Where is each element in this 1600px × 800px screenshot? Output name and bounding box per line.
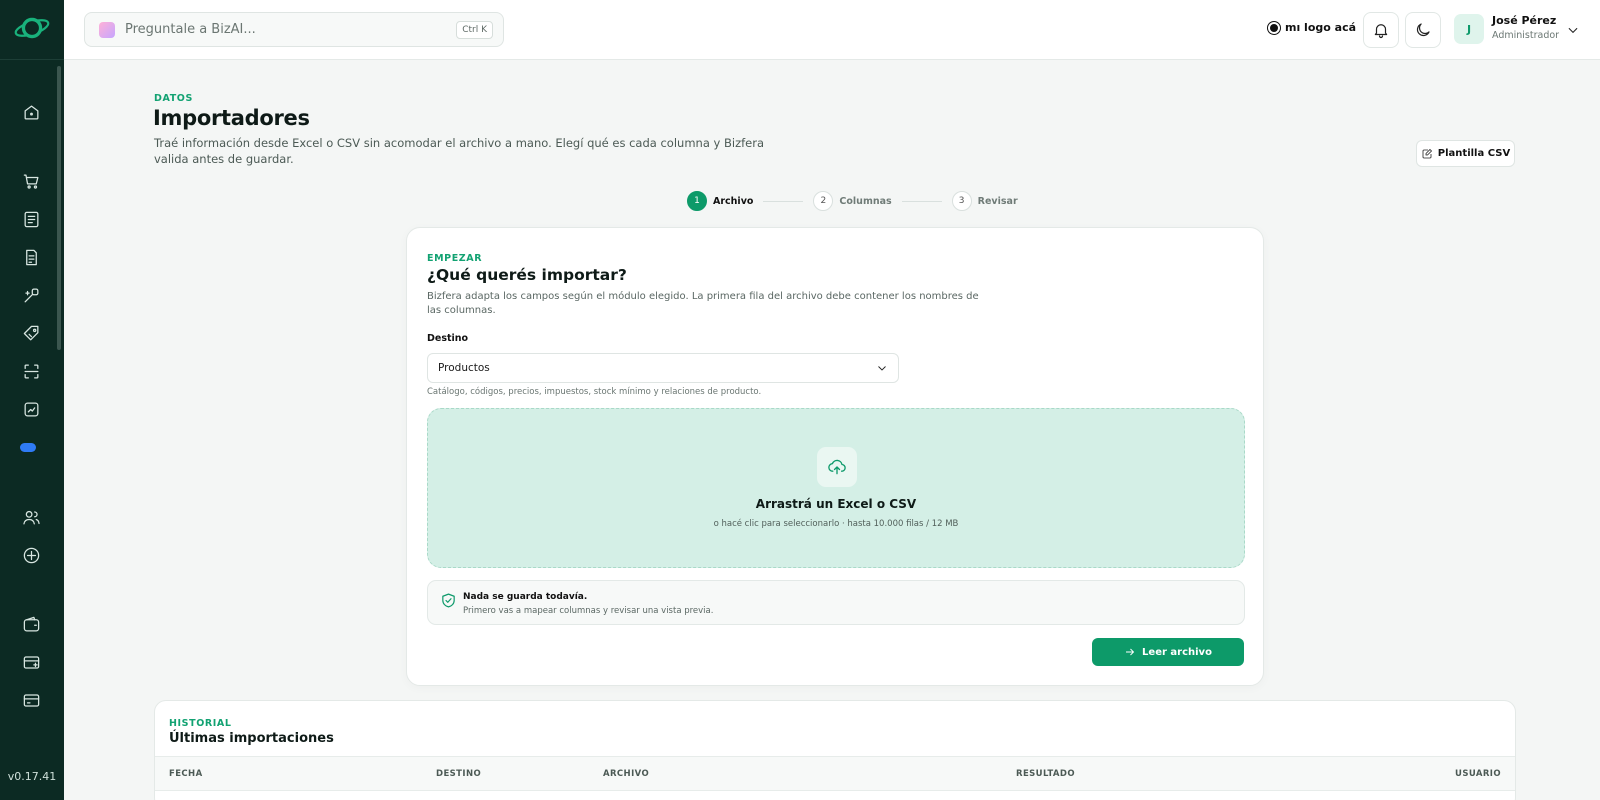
note-subtitle: Primero vas a mapear columnas y revisar … xyxy=(463,606,714,616)
import-stepper: 1 Archivo 2 Columnas 3 Revisar xyxy=(687,191,1018,211)
search-box[interactable]: Ctrl K xyxy=(84,12,504,47)
user-name[interactable]: José Pérez xyxy=(1492,14,1556,27)
step-number: 2 xyxy=(813,191,834,211)
document-icon[interactable] xyxy=(19,245,43,269)
chevron-down-icon xyxy=(878,366,886,371)
step-columnas[interactable]: 2 Columnas xyxy=(813,191,892,211)
read-file-label: Leer archivo xyxy=(1142,646,1212,658)
version-label: v0.17.41 xyxy=(7,770,57,783)
user-role: Administrador xyxy=(1492,30,1560,41)
csv-template-label: Plantilla CSV xyxy=(1437,148,1511,159)
history-table-header: FECHA DESTINO ARCHIVO RESULTADO USUARIO xyxy=(155,756,1515,791)
column-header-fecha[interactable]: FECHA xyxy=(169,769,203,779)
home-icon[interactable] xyxy=(19,100,43,124)
planet-logo-icon[interactable] xyxy=(12,12,52,44)
wallet-icon[interactable] xyxy=(19,612,43,636)
list-icon[interactable] xyxy=(19,207,43,231)
step-archivo[interactable]: 1 Archivo xyxy=(687,191,753,211)
card-eyebrow: EMPEZAR xyxy=(427,253,483,264)
step-number: 3 xyxy=(951,191,972,211)
shortcut-hint: Ctrl K xyxy=(456,20,493,39)
moon-icon xyxy=(1416,23,1430,37)
page-title: Importadores xyxy=(153,106,310,130)
info-note: Nada se guarda todavía. Primero vas a ma… xyxy=(427,580,1245,625)
sidebar-scrollbar[interactable] xyxy=(57,66,61,350)
step-number: 1 xyxy=(687,191,707,211)
column-header-usuario[interactable]: USUARIO xyxy=(1455,769,1501,779)
card-title: ¿Qué querés importar? xyxy=(427,266,627,284)
destination-value: Productos xyxy=(438,362,490,374)
sidebar: v0.17.41 xyxy=(0,0,64,800)
import-history: HISTORIAL Últimas importaciones FECHA DE… xyxy=(154,700,1516,800)
brand-dot-icon xyxy=(1268,21,1280,34)
theme-toggle-button[interactable] xyxy=(1405,12,1441,48)
import-card: EMPEZAR ¿Qué querés importar? Bizfera ad… xyxy=(406,227,1264,686)
page-description: Traé información desde Excel o CSV sin a… xyxy=(154,136,764,166)
dropzone-subtitle: o hacé clic para seleccionarlo · hasta 1… xyxy=(713,519,959,529)
shield-check-icon xyxy=(442,593,455,608)
cloud-upload-icon xyxy=(817,447,857,487)
search-input[interactable] xyxy=(125,22,457,37)
bell-icon xyxy=(1374,24,1388,39)
edit-document-icon xyxy=(1422,148,1432,158)
store-icon[interactable] xyxy=(19,650,43,674)
file-dropzone[interactable]: Arrastrá un Excel o CSV o hacé clic para… xyxy=(427,408,1245,568)
step-connector xyxy=(901,200,942,202)
tag-icon[interactable] xyxy=(19,321,43,345)
step-connector xyxy=(763,200,804,202)
brand-text: mı logo acá xyxy=(1285,21,1357,34)
chevron-down-icon[interactable] xyxy=(1566,22,1580,36)
compass-icon[interactable] xyxy=(19,543,43,567)
card-icon[interactable] xyxy=(19,688,43,712)
csv-template-button[interactable]: Plantilla CSV xyxy=(1416,140,1515,167)
ai-sparkle-icon xyxy=(99,21,115,38)
step-label: Archivo xyxy=(713,195,754,207)
history-title: Últimas importaciones xyxy=(169,731,334,746)
page-eyebrow: DATOS xyxy=(154,93,193,104)
destination-select[interactable]: Productos xyxy=(427,353,899,383)
wand-icon[interactable] xyxy=(19,283,43,307)
sidebar-divider xyxy=(0,59,64,60)
history-eyebrow: HISTORIAL xyxy=(169,718,232,729)
notifications-button[interactable] xyxy=(1363,12,1399,48)
topbar: Ctrl K mı logo acá J José Pérez Administ… xyxy=(64,0,1600,60)
column-header-archivo[interactable]: ARCHIVO xyxy=(603,769,649,779)
card-description: Bizfera adapta los campos según el módul… xyxy=(427,291,979,316)
step-label: Revisar xyxy=(977,195,1018,207)
arrow-right-icon xyxy=(1126,648,1135,656)
step-revisar[interactable]: 3 Revisar xyxy=(951,191,1018,211)
note-title: Nada se guarda todavía. xyxy=(463,592,588,602)
column-header-destino[interactable]: DESTINO xyxy=(436,769,481,779)
chart-icon[interactable] xyxy=(19,397,43,421)
destination-label: Destino xyxy=(427,333,469,344)
column-header-resultado[interactable]: RESULTADO xyxy=(1016,769,1075,779)
brand-logo: mı logo acá xyxy=(1268,21,1356,34)
read-file-button[interactable]: Leer archivo xyxy=(1092,638,1244,666)
cart-icon[interactable] xyxy=(19,169,43,193)
avatar[interactable]: J xyxy=(1454,14,1484,44)
dropzone-title: Arrastrá un Excel o CSV xyxy=(755,497,917,511)
destination-helper: Catálogo, códigos, precios, impuestos, s… xyxy=(427,387,762,397)
step-label: Columnas xyxy=(839,195,892,207)
cloud-icon[interactable] xyxy=(20,443,36,452)
users-icon[interactable] xyxy=(19,505,43,529)
scan-icon[interactable] xyxy=(19,359,43,383)
